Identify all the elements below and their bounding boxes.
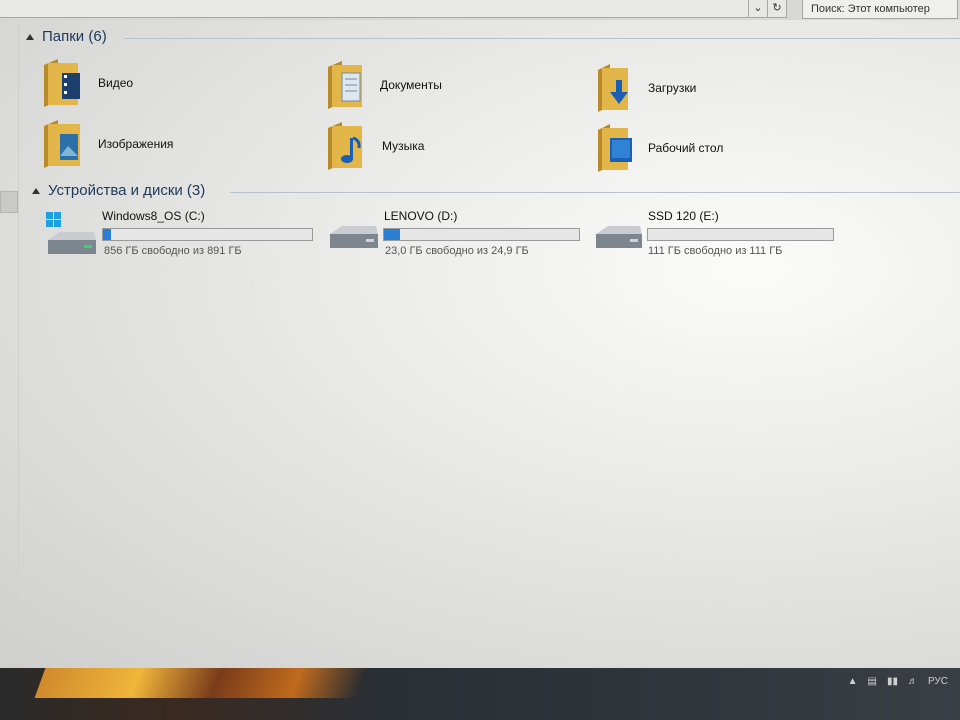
volume-icon[interactable]: ♬ xyxy=(908,676,918,687)
folder-item-music[interactable]: Музыка xyxy=(326,120,424,172)
drive-free-space: 856 ГБ свободно из 891 ГБ xyxy=(104,245,242,257)
folder-item-pictures[interactable]: Изображения xyxy=(42,118,173,170)
collapse-arrow-icon[interactable] xyxy=(32,187,40,194)
network-icon[interactable]: ▮▮ xyxy=(887,676,898,687)
navigation-pane-item[interactable] xyxy=(0,191,18,213)
drive-free-space: 23,0 ГБ свободно из 24,9 ГБ xyxy=(385,245,529,257)
show-hidden-icons-icon[interactable]: ▲ xyxy=(848,676,858,687)
folder-label: Документы xyxy=(380,78,442,92)
drive-item-c[interactable]: Windows8_OS (C:) 856 ГБ свободно из 891 … xyxy=(44,208,324,260)
refresh-icon[interactable]: ↻ xyxy=(767,0,787,18)
drive-usage-bar xyxy=(102,228,313,241)
video-folder-icon xyxy=(44,59,80,107)
system-tray: ▲ ▤ ▮▮ ♬ РУС xyxy=(848,676,948,687)
pictures-folder-icon xyxy=(44,120,80,168)
music-folder-icon xyxy=(328,122,362,170)
folders-group-title: Папки (6) xyxy=(42,28,107,45)
drive-usage-fill xyxy=(384,229,400,240)
folder-label: Музыка xyxy=(382,139,425,153)
taskbar: ▲ ▤ ▮▮ ♬ РУС xyxy=(0,668,960,720)
folder-label: Загрузки xyxy=(648,81,697,95)
hard-drive-icon xyxy=(330,226,378,248)
usb-icon[interactable]: ▤ xyxy=(868,676,877,687)
chevron-down-icon[interactable]: ⌄ xyxy=(748,0,768,18)
devices-group-title: Устройства и диски (3) xyxy=(48,182,206,199)
language-indicator[interactable]: РУС xyxy=(928,676,948,687)
address-bar[interactable] xyxy=(0,0,749,18)
drive-usage-bar xyxy=(647,228,834,241)
drive-name: Windows8_OS (C:) xyxy=(102,209,205,223)
group-divider xyxy=(230,192,960,193)
downloads-folder-icon xyxy=(598,64,628,112)
folder-item-documents[interactable]: Документы xyxy=(326,59,442,111)
explorer-window: ⌄ ↻ Поиск: Этот компьютер Папки (6) Виде… xyxy=(0,0,960,668)
collapse-arrow-icon[interactable] xyxy=(26,33,34,40)
address-bar-area: ⌄ ↻ Поиск: Этот компьютер xyxy=(0,0,960,20)
group-divider xyxy=(124,38,960,39)
drive-usage-fill xyxy=(103,229,112,240)
folder-label: Видео xyxy=(98,76,134,90)
drive-name: SSD 120 (E:) xyxy=(648,209,719,223)
devices-group-header[interactable]: Устройства и диски (3) xyxy=(32,182,205,199)
hard-drive-icon xyxy=(596,226,642,248)
folder-item-desktop[interactable]: Рабочий стол xyxy=(596,122,723,174)
search-input[interactable]: Поиск: Этот компьютер xyxy=(802,0,958,19)
folder-label: Рабочий стол xyxy=(648,141,724,155)
drive-free-space: 111 ГБ свободно из 111 ГБ xyxy=(648,245,783,257)
drive-usage-bar xyxy=(383,228,580,241)
desktop-folder-icon xyxy=(598,124,632,172)
drive-item-e[interactable]: SSD 120 (E:) 111 ГБ свободно из 111 ГБ xyxy=(592,208,842,260)
folder-label: Изображения xyxy=(98,137,174,151)
taskbar-wallpaper-strip xyxy=(34,668,366,698)
folder-item-video[interactable]: Видео xyxy=(40,57,133,109)
folder-item-downloads[interactable]: Загрузки xyxy=(596,62,696,114)
navigation-pane-edge xyxy=(0,20,19,668)
drive-name: LENOVO (D:) xyxy=(384,209,458,223)
drive-item-d[interactable]: LENOVO (D:) 23,0 ГБ свободно из 24,9 ГБ xyxy=(326,208,586,260)
documents-folder-icon xyxy=(328,61,362,109)
system-drive-icon xyxy=(46,212,96,254)
folders-group-header[interactable]: Папки (6) xyxy=(26,28,107,45)
